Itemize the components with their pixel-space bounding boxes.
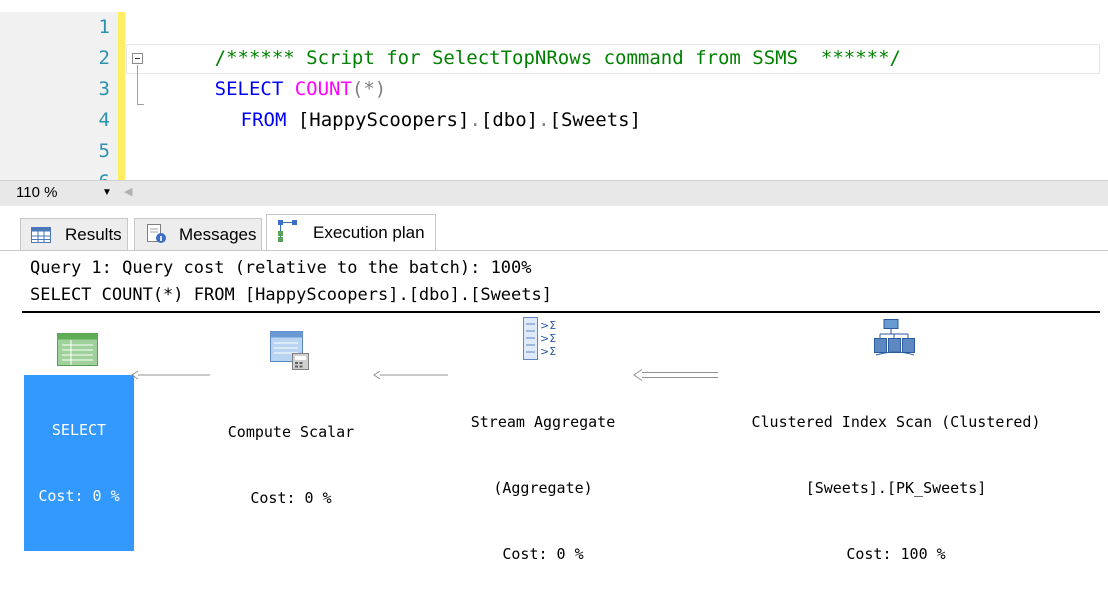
messages-icon (147, 224, 166, 243)
scroll-left-icon[interactable]: ◀ (124, 185, 132, 198)
plan-node-name: Compute Scalar (227, 423, 355, 441)
compute-scalar-icon (270, 331, 309, 370)
svg-text:>Σ: >Σ (540, 345, 556, 358)
data-flow-arrow (373, 370, 448, 380)
svg-text:>Σ: >Σ (540, 319, 556, 332)
clustered-index-scan-icon (874, 319, 915, 356)
plan-node-cost: Cost: 0 % (250, 489, 332, 507)
plan-node-cost: Cost: 0 % (38, 487, 120, 505)
line-number: 6 (0, 167, 110, 180)
line-number: 3 (98, 78, 110, 100)
plan-node-name: SELECT (51, 421, 107, 439)
query-editor[interactable]: 1 2 3 4 5 6 /****** Script for SelectTop… (0, 0, 1108, 180)
zoom-dropdown[interactable]: 110 % ▼ (10, 183, 118, 203)
code-token: [HappyScoopers] (297, 109, 470, 131)
chevron-down-icon: ▼ (102, 187, 112, 198)
tab-execution-plan[interactable]: Execution plan (266, 214, 436, 251)
line-number: 4 (98, 109, 110, 131)
plan-node-subtitle: (Aggregate) (493, 479, 593, 497)
tabstrip-divider (0, 250, 1108, 251)
tab-execution-plan-label: Execution plan (313, 223, 425, 242)
tab-results[interactable]: Results (20, 218, 128, 250)
execution-plan-icon (278, 220, 297, 242)
plan-node-cost: Cost: 0 % (502, 545, 584, 563)
editor-status-bar: 110 % ▼ ◀ (0, 180, 1108, 206)
stream-aggregate-icon: >Σ >Σ >Σ (523, 317, 556, 360)
plan-node-name: Clustered Index Scan (Clustered) (751, 413, 1041, 431)
query-plan-header: Query 1: Query cost (relative to the bat… (0, 252, 1108, 310)
query-cost-text: Query 1: Query cost (relative to the bat… (30, 258, 532, 278)
data-flow-arrow-thick (633, 369, 718, 381)
change-tracking-bar (118, 12, 125, 180)
tab-messages[interactable]: Messages (134, 218, 262, 250)
line-number: 5 (98, 140, 110, 162)
code-line-2[interactable]: SELECT COUNT(*) (146, 43, 387, 100)
plan-node-cost: Cost: 100 % (846, 545, 946, 563)
plan-node-object: [Sweets].[PK_Sweets] (805, 479, 987, 497)
code-token: FROM (240, 109, 298, 131)
code-token: . (469, 109, 481, 131)
select-result-icon (57, 333, 98, 366)
line-number: 2 (98, 47, 110, 69)
code-line-3[interactable]: FROM [HappyScoopers].[dbo].[Sweets] (172, 74, 641, 131)
execution-plan-canvas[interactable]: SELECT Cost: 0 % Compute Scalar Cost: 0 … (0, 313, 1108, 563)
tab-results-label: Results (65, 225, 122, 244)
data-flow-arrow (131, 370, 210, 380)
code-line-1[interactable]: /****** Script for SelectTopNRows comman… (146, 12, 901, 69)
results-tabstrip: Results Messages Execution plan (0, 206, 1108, 251)
zoom-value: 110 % (16, 184, 58, 201)
code-token: [dbo] (480, 109, 539, 131)
code-token: . (538, 109, 550, 131)
code-token: [Sweets] (549, 109, 642, 131)
plan-node-name: Stream Aggregate (470, 413, 616, 431)
svg-text:>Σ: >Σ (540, 332, 556, 345)
grid-icon (31, 227, 51, 243)
line-number: 1 (98, 16, 110, 38)
tab-messages-label: Messages (179, 225, 257, 244)
query-statement-text: SELECT COUNT(*) FROM [HappyScoopers].[db… (30, 285, 552, 305)
